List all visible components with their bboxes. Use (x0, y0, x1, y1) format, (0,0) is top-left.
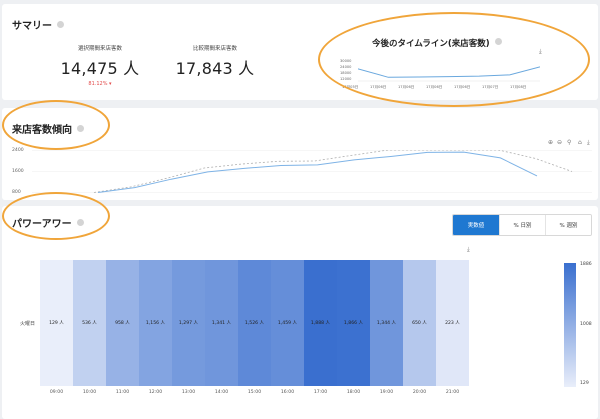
heatmap-cell[interactable]: 129 人 (40, 260, 73, 386)
timeline-x-tick: 17月06日 (426, 85, 443, 89)
heatmap-cell[interactable]: 1,866 人 (337, 260, 370, 386)
timeline-x-tick: 17月05日 (342, 85, 359, 89)
heatmap-hour-label: 18:00 (346, 390, 361, 395)
heatmap-hour-label: 16:00 (280, 390, 295, 395)
download-icon[interactable]: ⤓ (539, 48, 542, 56)
power-hour-card: パワーアワー 実数値 % 日別 % 週別 ⤓ 火曜日 129 人 536 人 958… (2, 206, 598, 419)
info-icon[interactable] (494, 38, 502, 45)
search-icon[interactable]: ⚲ (567, 139, 571, 146)
timeline-x-tick: 17月06日 (370, 85, 387, 89)
heatmap-cell[interactable]: 1,459 人 (271, 260, 304, 386)
trend-chart (32, 150, 592, 193)
power-title-wrap: パワーアワー (12, 215, 84, 230)
toggle-actual-values[interactable]: 実数値 (453, 215, 499, 235)
heatmap-cell[interactable]: 1,888 人 (304, 260, 337, 386)
heatmap-row-label: 火曜日 (20, 321, 36, 327)
timeline-x-tick: 17月07日 (482, 85, 499, 89)
timeline-title: 今後のタイムライン(来店客数) (372, 39, 490, 49)
timeline-y-tick: 24000 (340, 65, 352, 69)
toggle-daily-percent[interactable]: % 日別 (499, 215, 545, 235)
selected-period-label: 選択期間来店客数 (77, 46, 122, 52)
trend-card: 来店客数傾向 ⊕ ⊖ ⚲ ⌂ ⤓ 2400 1600 800 (2, 108, 598, 200)
compare-period-label: 比較期間来店客数 (192, 46, 237, 52)
summary-title-wrap: サマリー (12, 17, 64, 32)
heatmap-cell[interactable]: 650 人 (403, 260, 436, 386)
heatmap-hour-label: 12:00 (148, 390, 163, 395)
heatmap-cell[interactable]: 1,156 人 (139, 260, 172, 386)
home-icon[interactable]: ⌂ (578, 139, 582, 146)
download-icon[interactable]: ⤓ (587, 139, 590, 147)
compare-period-stat: 比較期間来店客数 17,843 人 (150, 44, 280, 79)
timeline-chart (358, 66, 540, 82)
download-icon[interactable]: ⤓ (467, 246, 470, 254)
zoom-out-icon[interactable]: ⊖ (557, 139, 562, 146)
trend-y-tick: 2400 (12, 148, 24, 153)
info-icon[interactable] (77, 125, 84, 132)
timeline-x-tick: 17月06日 (398, 85, 415, 89)
compare-period-value: 17,843 人 (175, 59, 255, 78)
heatmap-hour-labels: 09:00 10:00 11:00 12:00 13:00 14:00 15:00 16:00… (40, 390, 469, 395)
toggle-weekly-percent[interactable]: % 週別 (545, 215, 591, 235)
heatmap-hour-label: 10:00 (82, 390, 97, 395)
trend-y-tick: 800 (12, 190, 21, 195)
heatmap-hour-label: 21:00 (445, 390, 460, 395)
heatmap-cell[interactable]: 1,344 人 (370, 260, 403, 386)
value-mode-toggle: 実数値 % 日別 % 週別 (452, 214, 592, 236)
info-icon[interactable] (76, 219, 84, 226)
summary-card: サマリー 選択期間来店客数 14,475 人 81.12% ▾ 比較期間来店客数… (2, 4, 598, 100)
timeline-y-tick: 30000 (340, 59, 352, 63)
heatmap-cell[interactable]: 1,297 人 (172, 260, 205, 386)
heatmap-hour-label: 13:00 (181, 390, 196, 395)
trend-selected-line (97, 151, 538, 193)
heatmap-cell[interactable]: 958 人 (106, 260, 139, 386)
heatmap-hour-label: 09:00 (49, 390, 64, 395)
heatmap-cell[interactable]: 1,341 人 (205, 260, 238, 386)
timeline-y-tick: 18000 (340, 71, 352, 75)
timeline-x-tick: 17月08日 (510, 85, 527, 89)
legend-mid: 1008 (580, 322, 592, 327)
heatmap-hour-label: 15:00 (247, 390, 262, 395)
heatmap-cell[interactable]: 536 人 (73, 260, 106, 386)
heatmap-hour-label: 14:00 (214, 390, 229, 395)
heatmap-hour-label: 19:00 (379, 390, 394, 395)
selected-period-value: 14,475 人 (60, 59, 140, 78)
trend-title-wrap: 来店客数傾向 (12, 121, 84, 136)
heatmap-hour-label: 20:00 (412, 390, 427, 395)
info-icon[interactable] (57, 21, 64, 28)
zoom-in-icon[interactable]: ⊕ (548, 139, 553, 146)
selected-period-change: 81.12% ▾ (88, 81, 112, 87)
trend-title: 来店客数傾向 (12, 125, 72, 136)
heatmap-hour-label: 17:00 (313, 390, 328, 395)
power-title: パワーアワー (12, 219, 72, 230)
legend-min: 129 (580, 381, 589, 386)
trend-y-tick: 1600 (12, 169, 24, 174)
heatmap-cell[interactable]: 1,526 人 (238, 260, 271, 386)
heatmap-legend-bar (564, 263, 576, 387)
summary-title: サマリー (12, 21, 52, 32)
legend-max: 1886 (580, 262, 592, 267)
heatmap-hour-label: 11:00 (115, 390, 130, 395)
selected-period-stat: 選択期間来店客数 14,475 人 81.12% ▾ (35, 44, 165, 87)
timeline-title-wrap: 今後のタイムライン(来店客数) (372, 37, 502, 49)
heatmap-cell[interactable]: 223 人 (436, 260, 469, 386)
heatmap: 129 人 536 人 958 人 1,156 人 1,297 人 1,341 人 1,52… (40, 260, 469, 386)
timeline-x-tick: 17月06日 (454, 85, 471, 89)
timeline-y-tick: 12000 (340, 77, 352, 81)
timeline-series-line (358, 66, 540, 78)
